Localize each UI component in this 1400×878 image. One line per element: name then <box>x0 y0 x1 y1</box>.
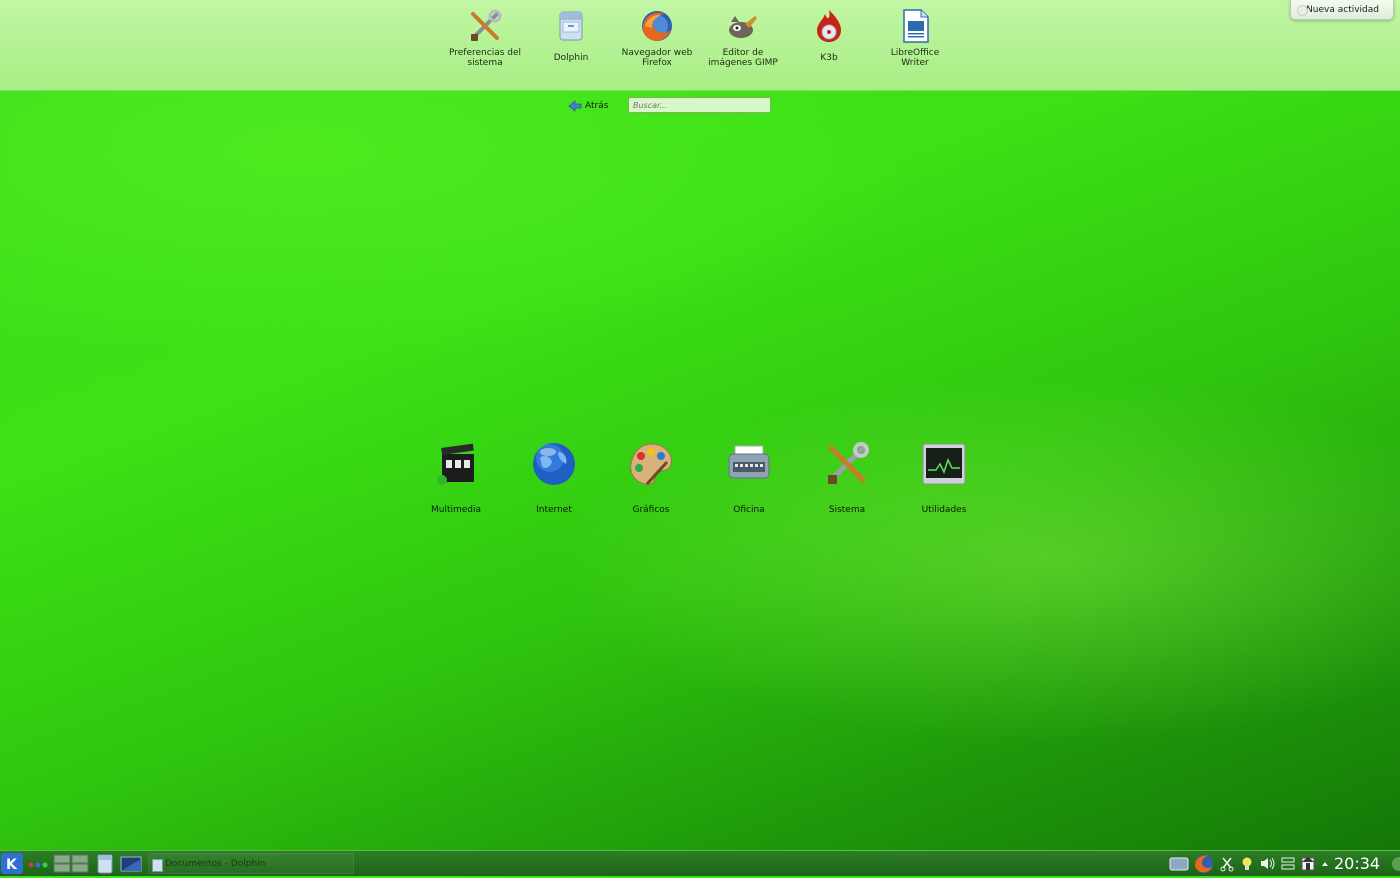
firefox-icon <box>639 8 675 44</box>
favorite-label: Navegador web Firefox <box>621 48 693 68</box>
new-activity-button[interactable]: Nueva actividad <box>1290 0 1394 20</box>
tray-volume[interactable] <box>1259 853 1277 874</box>
category-label: Oficina <box>733 505 765 515</box>
system-settings-icon <box>467 8 503 44</box>
kde-logo-icon: K <box>6 857 18 873</box>
chevron-up-icon <box>1322 862 1328 866</box>
dolphin-small-icon <box>152 859 163 872</box>
category-multimedia[interactable]: Multimedia <box>411 440 501 515</box>
lightbulb-icon <box>1242 857 1252 870</box>
office-typewriter-icon <box>725 440 773 488</box>
gimp-icon <box>725 8 761 44</box>
taskbar: K Documentos - Dolphin 20:34 <box>0 850 1400 876</box>
task-label: Documentos - Dolphin <box>165 859 266 869</box>
category-internet[interactable]: Internet <box>509 440 599 515</box>
desktop-icon <box>120 856 142 872</box>
tray-firefox[interactable] <box>1193 853 1215 874</box>
network-icon <box>1281 857 1295 870</box>
favorite-label: Preferencias del sistema <box>448 48 522 68</box>
tray-updates[interactable] <box>1300 853 1316 874</box>
svg-text:K: K <box>6 857 18 873</box>
graphics-palette-icon <box>627 440 675 488</box>
activity-manager-button[interactable] <box>27 853 51 874</box>
volume-icon <box>1261 857 1275 870</box>
taskbar-task-dolphin[interactable]: Documentos - Dolphin <box>148 853 354 874</box>
package-updates-icon <box>1301 857 1315 871</box>
category-graphics[interactable]: Gráficos <box>606 440 696 515</box>
favorite-libreoffice-writer[interactable]: LibreOffice Writer <box>872 8 958 68</box>
system-tools-icon <box>823 440 871 488</box>
scissors-icon <box>1220 857 1234 872</box>
favorite-firefox[interactable]: Navegador web Firefox <box>614 8 700 68</box>
utilities-monitor-icon <box>920 440 968 488</box>
category-label: Multimedia <box>430 505 482 515</box>
tray-expand-button[interactable] <box>1320 853 1330 874</box>
category-label: Sistema <box>828 505 866 515</box>
favorite-label: Dolphin <box>553 53 589 63</box>
libreoffice-writer-icon <box>897 8 933 44</box>
search-input[interactable] <box>628 97 771 113</box>
back-label: Atrás <box>585 101 609 111</box>
digital-clock[interactable]: 20:34 <box>1334 854 1380 873</box>
category-label: Gráficos <box>632 505 670 515</box>
tray-notifications[interactable] <box>1240 853 1254 874</box>
dolphin-icon <box>97 854 113 874</box>
favorite-gimp[interactable]: Editor de imágenes GIMP <box>700 8 786 68</box>
favorites-bar: Preferencias del sistema Dolphin Navegad… <box>0 0 1400 91</box>
device-notifier-icon <box>1169 857 1189 871</box>
category-label: Utilidades <box>921 505 967 515</box>
favorite-dolphin[interactable]: Dolphin <box>528 8 614 63</box>
tray-network[interactable] <box>1280 853 1296 874</box>
activity-icon <box>1297 5 1308 16</box>
tray-devices[interactable] <box>1168 853 1190 874</box>
favorite-label: Editor de imágenes GIMP <box>708 48 778 68</box>
category-utilities[interactable]: Utilidades <box>899 440 989 515</box>
favorite-label: LibreOffice Writer <box>890 48 940 68</box>
dolphin-launcher[interactable] <box>95 853 115 874</box>
new-activity-label: Nueva actividad <box>1306 5 1379 15</box>
category-office[interactable]: Oficina <box>704 440 794 515</box>
activities-dots-icon <box>28 862 48 868</box>
kde-menu-button[interactable]: K <box>1 853 23 874</box>
back-button[interactable]: Atrás <box>568 98 608 114</box>
tray-klipper[interactable] <box>1220 853 1234 874</box>
category-system[interactable]: Sistema <box>802 440 892 515</box>
pager-widget[interactable] <box>53 853 91 874</box>
category-label: Internet <box>536 505 572 515</box>
k3b-icon <box>811 8 847 44</box>
dolphin-icon <box>553 8 589 44</box>
panel-toolbox-button[interactable] <box>1388 853 1400 874</box>
favorite-system-settings[interactable]: Preferencias del sistema <box>442 8 528 68</box>
arrow-left-icon <box>568 100 582 112</box>
firefox-icon <box>1195 855 1213 873</box>
cashew-icon <box>1392 857 1400 871</box>
favorite-k3b[interactable]: K3b <box>786 8 872 63</box>
internet-globe-icon <box>530 440 578 488</box>
show-desktop-button[interactable] <box>120 853 142 874</box>
virtual-desktops-icon <box>53 854 89 873</box>
multimedia-icon <box>432 440 480 488</box>
favorite-label: K3b <box>820 53 838 63</box>
